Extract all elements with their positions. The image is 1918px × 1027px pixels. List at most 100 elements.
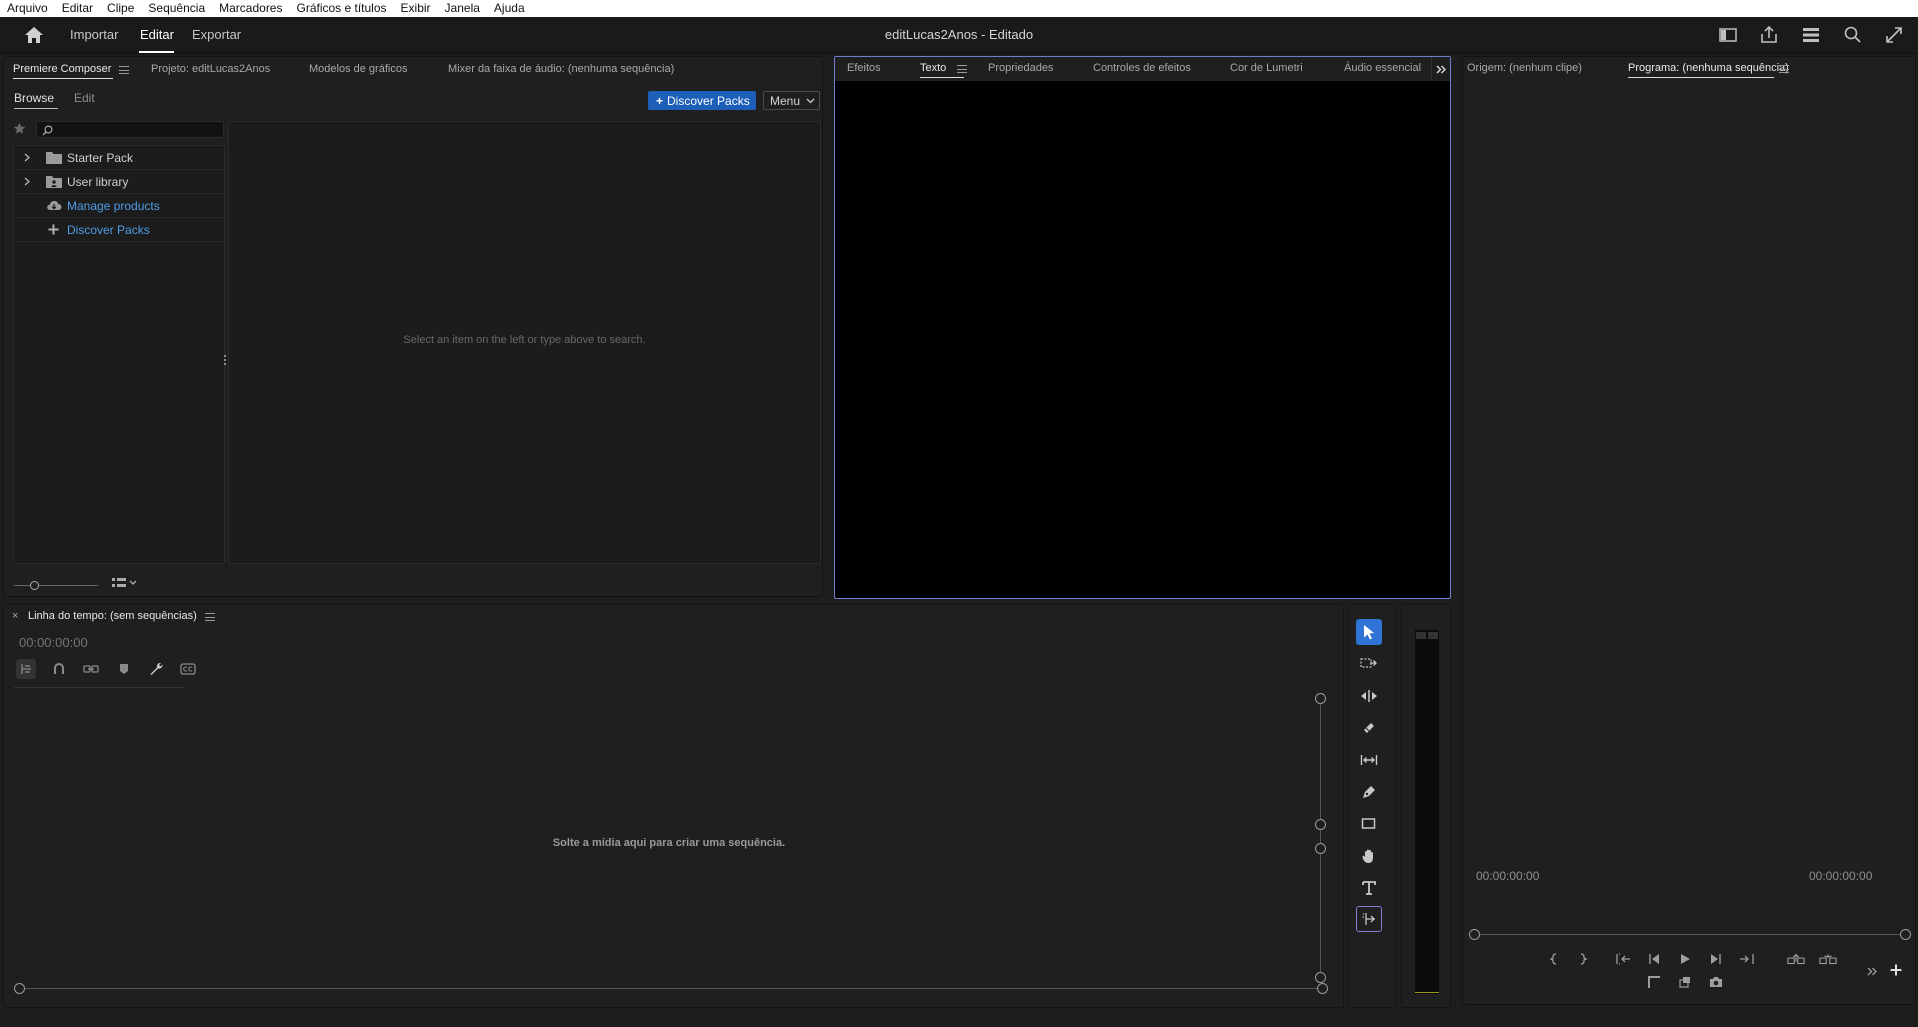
tab-efeitos[interactable]: Efeitos xyxy=(847,62,881,74)
menu-ajuda[interactable]: Ajuda xyxy=(487,0,532,17)
timecode-duration: 00:00:00:00 xyxy=(1809,869,1873,883)
tree-item-user-library[interactable]: User library xyxy=(14,170,224,194)
text-panel: Efeitos Texto Propriedades Controles de … xyxy=(834,56,1451,599)
timeline-timecode[interactable]: 00:00:00:00 xyxy=(19,635,88,650)
panel-menu-icon[interactable] xyxy=(119,66,129,74)
timeline-settings-wrench-icon[interactable] xyxy=(146,659,166,679)
panel-menu-icon[interactable] xyxy=(205,613,215,621)
quick-search-icon[interactable] xyxy=(1843,25,1863,45)
mark-out-icon[interactable] xyxy=(1574,951,1592,967)
track-select-tool-icon[interactable] xyxy=(1356,651,1382,677)
panel-resize-handle[interactable] xyxy=(223,354,227,368)
play-icon[interactable] xyxy=(1676,951,1694,967)
menu-exibir[interactable]: Exibir xyxy=(394,0,438,17)
tab-propriedades[interactable]: Propriedades xyxy=(988,62,1053,74)
program-monitor-panel: Origem: (nenhum clipe) Programa: (nenhum… xyxy=(1462,56,1916,1005)
slip-tool-icon[interactable] xyxy=(1356,747,1382,773)
button-editor-plus-icon[interactable] xyxy=(1887,962,1905,978)
menu-clipe[interactable]: Clipe xyxy=(100,0,141,17)
progress-dashboard-icon[interactable] xyxy=(1801,25,1821,45)
timeline-panel: × Linha do tempo: (sem sequências) 00:00… xyxy=(3,604,1344,1008)
menu-graficos[interactable]: Gráficos e títulos xyxy=(289,0,393,17)
tree-item-manage-products[interactable]: Manage products xyxy=(14,194,224,218)
snap-magnet-icon[interactable] xyxy=(49,659,69,679)
tree-item-starter-pack[interactable]: Starter Pack xyxy=(14,146,224,170)
panel-menu-icon[interactable] xyxy=(957,65,967,73)
vertical-scrollbar[interactable] xyxy=(1315,693,1327,983)
favorites-star-icon[interactable] xyxy=(13,122,26,135)
subtab-browse[interactable]: Browse xyxy=(14,91,54,105)
tab-cor-lumetri[interactable]: Cor de Lumetri xyxy=(1230,62,1303,74)
export-frame-camera-icon[interactable] xyxy=(1707,974,1725,990)
mark-in-icon[interactable] xyxy=(1545,951,1563,967)
fullscreen-icon[interactable] xyxy=(1884,25,1904,45)
lift-icon[interactable] xyxy=(1787,951,1805,967)
drop-media-message: Solte a mídia aqui para criar uma sequên… xyxy=(552,837,786,849)
search-field[interactable] xyxy=(36,121,224,138)
hand-tool-icon[interactable] xyxy=(1356,843,1382,869)
go-to-out-icon[interactable] xyxy=(1738,951,1756,967)
menu-janela[interactable]: Janela xyxy=(438,0,487,17)
step-back-icon[interactable] xyxy=(1645,951,1663,967)
horizontal-scrollbar[interactable] xyxy=(14,983,1329,995)
extract-icon[interactable] xyxy=(1819,951,1837,967)
playhead-scrubber[interactable] xyxy=(1469,929,1911,941)
generative-extend-tool-icon[interactable] xyxy=(1356,906,1382,932)
empty-state-message: Select an item on the left or type above… xyxy=(403,334,646,346)
tree-item-discover-packs[interactable]: Discover Packs xyxy=(14,218,224,242)
discover-packs-label: Discover Packs xyxy=(667,93,750,108)
step-forward-icon[interactable] xyxy=(1707,951,1725,967)
tab-mixer-audio[interactable]: Mixer da faixa de áudio: (nenhuma sequên… xyxy=(448,63,674,75)
menu-editar[interactable]: Editar xyxy=(55,0,100,17)
thumbnail-size-slider[interactable] xyxy=(14,581,98,591)
panel-menu-icon[interactable] xyxy=(1779,65,1789,73)
discover-packs-button[interactable]: + Discover Packs xyxy=(648,91,756,110)
share-icon[interactable] xyxy=(1759,25,1779,45)
more-tabs-icon[interactable] xyxy=(1431,57,1450,81)
captions-icon[interactable] xyxy=(178,659,198,679)
menu-dropdown-label: Menu xyxy=(770,93,801,108)
go-to-in-icon[interactable] xyxy=(1614,951,1632,967)
type-tool-icon[interactable] xyxy=(1356,875,1382,901)
razor-tool-icon[interactable] xyxy=(1356,715,1382,741)
view-options-icon[interactable] xyxy=(111,576,139,590)
tab-audio-essencial[interactable]: Áudio essencial xyxy=(1344,62,1421,74)
tab-origem[interactable]: Origem: (nenhum clipe) xyxy=(1467,62,1582,74)
subtab-edit[interactable]: Edit xyxy=(74,91,95,105)
document-title: editLucas2Anos - Editado xyxy=(884,27,1034,42)
audio-level-meter xyxy=(1415,630,1439,994)
pack-tree: Starter Pack User library Manage product… xyxy=(13,145,225,564)
tab-premiere-composer[interactable]: Premiere Composer xyxy=(13,63,111,75)
close-tab-icon[interactable]: × xyxy=(12,610,18,622)
user-folder-icon xyxy=(46,176,62,188)
add-marker-icon[interactable] xyxy=(114,659,134,679)
rectangle-tool-icon[interactable] xyxy=(1356,811,1382,837)
timeline-title[interactable]: Linha do tempo: (sem sequências) xyxy=(28,610,197,622)
tab-texto[interactable]: Texto xyxy=(920,62,946,74)
folder-icon xyxy=(46,152,62,164)
linked-selection-icon[interactable] xyxy=(81,659,101,679)
tab-controles-efeitos[interactable]: Controles de efeitos xyxy=(1093,62,1191,74)
search-icon xyxy=(42,125,53,136)
tab-modelos-graficos[interactable]: Modelos de gráficos xyxy=(309,63,407,75)
plus-icon: + xyxy=(656,93,664,108)
menu-dropdown[interactable]: Menu xyxy=(763,91,820,110)
menu-marcadores[interactable]: Marcadores xyxy=(212,0,289,17)
insert-icon[interactable] xyxy=(1645,974,1663,990)
menu-sequencia[interactable]: Sequência xyxy=(141,0,212,17)
ripple-edit-tool-icon[interactable] xyxy=(1356,683,1382,709)
chevron-right-icon xyxy=(24,153,30,162)
nest-sequences-icon[interactable] xyxy=(16,659,36,679)
menu-arquivo[interactable]: Arquivo xyxy=(0,0,55,17)
chevron-down-icon xyxy=(806,98,815,103)
preview-area: Select an item on the left or type above… xyxy=(228,121,821,564)
workspace-layout-icon[interactable] xyxy=(1718,25,1738,45)
overwrite-icon[interactable] xyxy=(1676,974,1694,990)
pen-tool-icon[interactable] xyxy=(1356,779,1382,805)
selection-tool-icon[interactable] xyxy=(1356,619,1382,645)
more-controls-icon[interactable] xyxy=(1863,963,1881,979)
cloud-download-icon xyxy=(47,200,62,211)
tab-projeto[interactable]: Projeto: editLucas2Anos xyxy=(151,63,270,75)
tab-programa[interactable]: Programa: (nenhuma sequência) xyxy=(1628,62,1789,74)
search-input[interactable] xyxy=(55,122,221,137)
